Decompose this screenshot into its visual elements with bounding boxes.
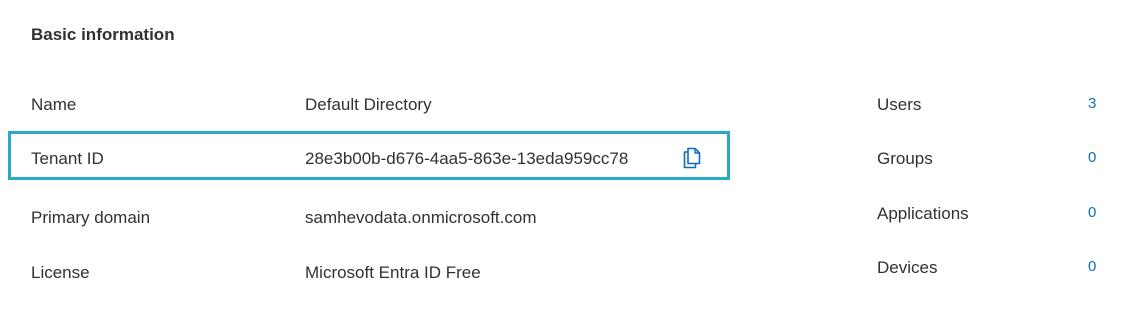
groups-label: Groups	[877, 149, 933, 168]
users-label: Users	[877, 95, 922, 114]
groups-count-link[interactable]: 0	[1088, 149, 1096, 166]
name-value: Default Directory	[305, 95, 432, 114]
devices-count-link[interactable]: 0	[1088, 258, 1096, 275]
tenant-id-value: 28e3b00b-d676-4aa5-863e-13eda959cc78	[305, 149, 629, 168]
license-label: License	[31, 263, 90, 282]
applications-label: Applications	[877, 204, 969, 223]
applications-count-link[interactable]: 0	[1088, 204, 1096, 221]
primary-domain-label: Primary domain	[31, 208, 151, 227]
devices-label: Devices	[877, 258, 938, 277]
license-value: Microsoft Entra ID Free	[305, 263, 481, 282]
name-label: Name	[31, 95, 77, 114]
users-count-link[interactable]: 3	[1088, 95, 1096, 112]
primary-domain-value: samhevodata.onmicrosoft.com	[305, 208, 537, 227]
tenant-id-label: Tenant ID	[31, 149, 104, 168]
copy-icon[interactable]	[682, 147, 702, 169]
section-title: Basic information	[31, 25, 175, 44]
